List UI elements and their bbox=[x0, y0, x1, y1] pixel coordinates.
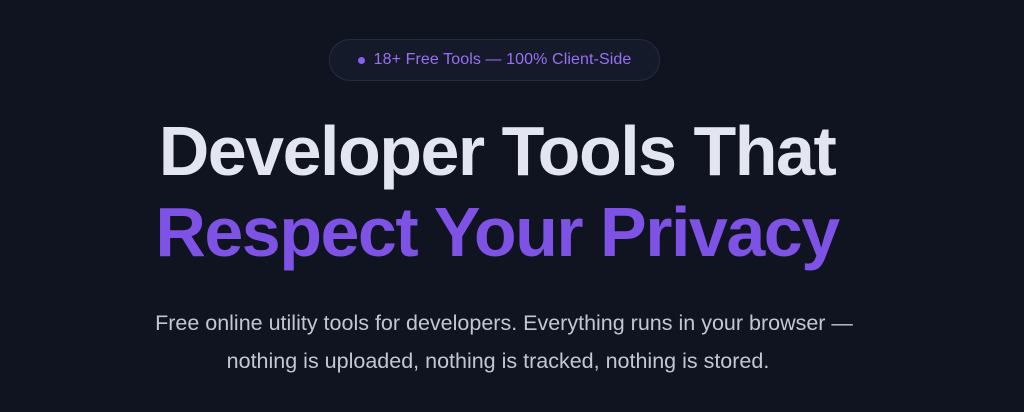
tools-badge: 18+ Free Tools — 100% Client-Side bbox=[329, 39, 660, 81]
badge-label: 18+ Free Tools — 100% Client-Side bbox=[373, 51, 632, 68]
hero-title-line-2: Respect Your Privacy bbox=[155, 193, 840, 271]
hero-section: 18+ Free Tools — 100% Client-Side Develo… bbox=[0, 0, 1024, 412]
hero-subtitle-line-2: nothing is uploaded, nothing is tracked,… bbox=[226, 349, 770, 373]
dot-icon bbox=[357, 56, 365, 64]
hero-title-line-1: Developer Tools That bbox=[158, 112, 837, 190]
hero-subtitle-line-1: Free online utility tools for developers… bbox=[155, 311, 853, 335]
